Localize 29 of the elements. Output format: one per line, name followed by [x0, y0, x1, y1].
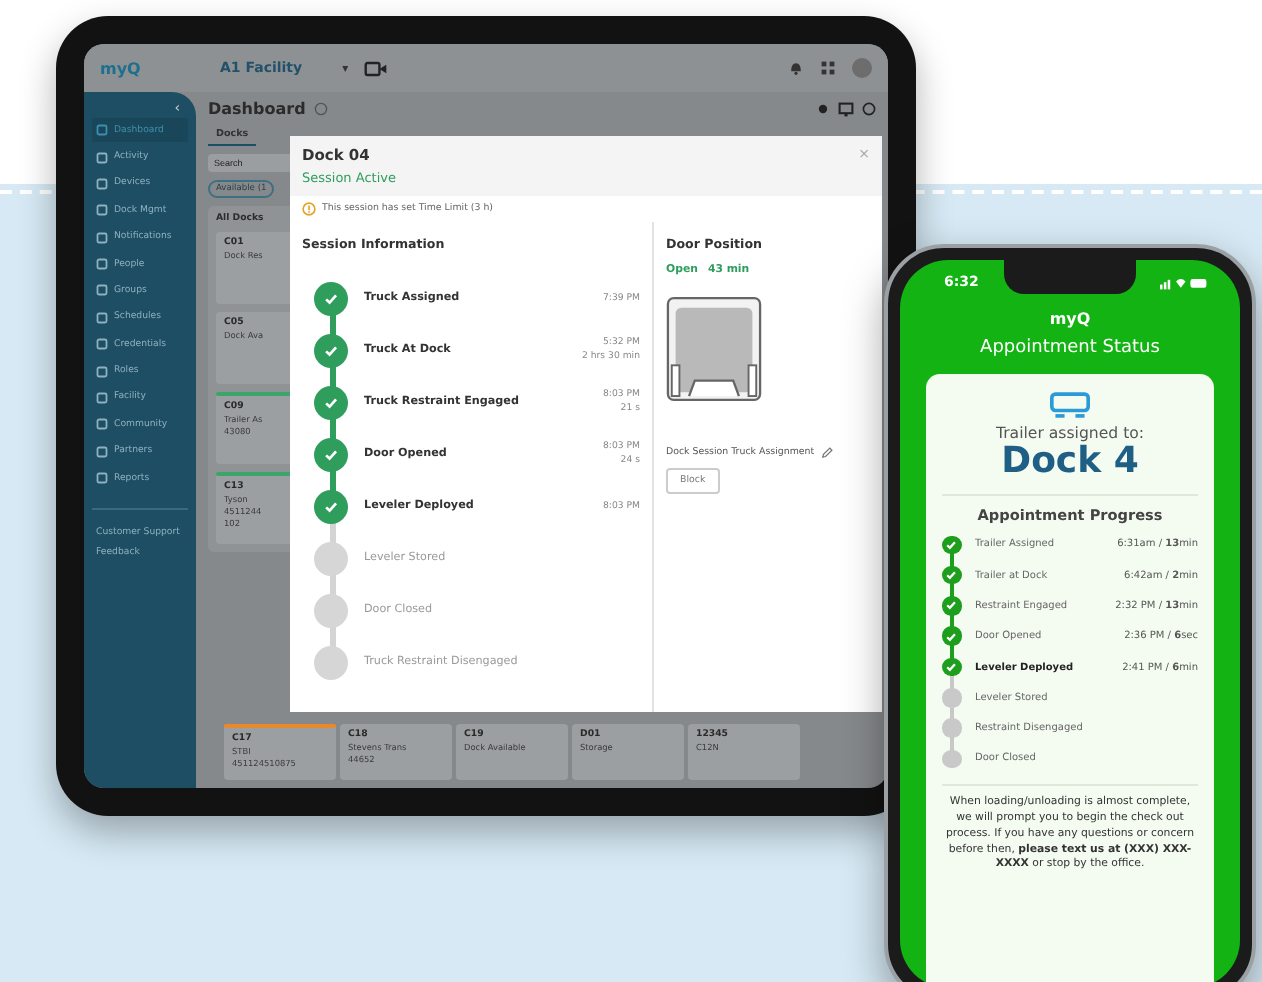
square-icon [96, 258, 108, 271]
screen-title: Appointment Status [980, 338, 1160, 358]
pencil-icon[interactable] [820, 446, 835, 460]
square-icon [96, 124, 108, 137]
app-logo: myQ [100, 59, 143, 77]
square-icon [96, 365, 108, 378]
app-logo: myQ [1049, 310, 1091, 328]
square-icon [96, 338, 108, 351]
square-icon [96, 391, 108, 404]
square-icon [96, 311, 108, 324]
camera-icon[interactable] [364, 59, 389, 77]
phone-notch [1004, 260, 1136, 294]
square-icon [96, 445, 108, 458]
warning-icon [302, 202, 316, 216]
square-icon [96, 472, 108, 485]
square-icon [96, 418, 108, 431]
grid-icon[interactable] [820, 60, 836, 76]
square-icon [96, 151, 108, 164]
trailer-icon [1050, 392, 1090, 418]
monitor-icon[interactable] [838, 101, 854, 117]
open-door-drawing [666, 296, 762, 402]
square-icon [96, 284, 108, 297]
dock-number: Dock 4 [1001, 442, 1139, 484]
square-icon [96, 231, 108, 244]
page-title: Dashboard [208, 100, 306, 118]
bell-icon[interactable] [788, 60, 804, 76]
square-icon [96, 204, 108, 217]
status-icons [1160, 275, 1208, 289]
square-icon [96, 177, 108, 190]
